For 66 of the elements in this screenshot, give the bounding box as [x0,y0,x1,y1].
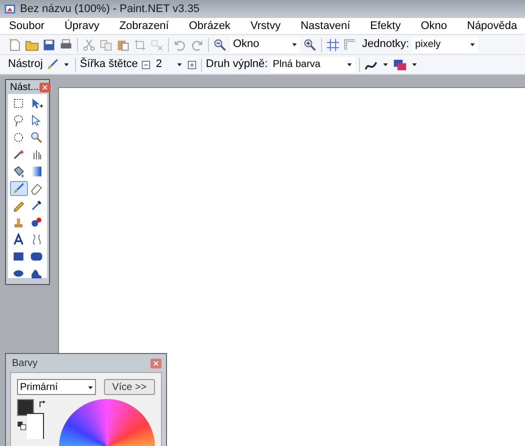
minus-icon[interactable] [140,60,151,70]
paintbrush-icon[interactable] [46,58,59,71]
tools-window-title: Nást... [10,80,39,94]
menu-item[interactable]: Nastavení [300,18,350,34]
zoom-dropdown[interactable]: Okno [230,36,300,52]
menu-item[interactable]: Vrstvy [250,18,281,34]
window-title: Bez názvu (100%) - Paint.NET v3.35 [20,2,200,17]
units-label: Jednotky: [362,37,410,52]
ruler-icon[interactable] [343,38,357,52]
menu-item[interactable]: Soubor [9,18,44,34]
pencil-icon [12,199,26,212]
primary-color-swatch[interactable] [17,399,34,416]
menu-item[interactable]: Efekty [370,18,401,34]
close-icon[interactable] [38,82,51,92]
rounded-rectangle-icon [30,250,43,263]
tool-label: Nástroj [8,57,43,72]
color-mode-value: Primární [20,380,58,394]
units-value: pixely [415,38,441,52]
secondary-color-swatch[interactable] [27,413,44,439]
zoom-out-icon[interactable] [213,38,227,52]
freeform-shape-icon [30,267,43,280]
plus-icon[interactable] [186,60,197,70]
zoom-in-icon[interactable] [303,38,317,52]
recolor-icon [30,216,43,229]
magic-wand-icon [12,148,26,161]
rectangle-icon [12,250,26,263]
menu-item[interactable]: Obrázek [188,18,230,34]
close-icon[interactable] [150,358,162,368]
paintbrush-icon [12,182,26,195]
more-button[interactable]: Více >> [104,379,155,395]
colors-window-title: Barvy [12,356,38,370]
fill-value: Plná barva [272,58,320,72]
menu-item[interactable]: Nápověda [467,18,518,34]
reset-colors-icon[interactable] [17,421,27,431]
eyedropper-icon [30,199,43,212]
menu-item[interactable]: Úpravy [64,18,100,34]
brush-width-label: Šířka štětce [80,56,138,72]
save-icon[interactable] [42,38,56,52]
lasso-icon [12,114,26,127]
printer-icon[interactable] [59,38,73,52]
menu-item[interactable]: Zobrazení [119,18,169,34]
swap-arrow-icon[interactable] [38,400,46,408]
scissors-icon[interactable] [82,38,96,52]
text-tool-icon [12,233,26,246]
color-mode-dropdown[interactable]: Primární [17,379,96,395]
fill-dropdown[interactable]: Plná barva [270,56,355,72]
grid-icon[interactable] [326,38,340,52]
stamp-icon [12,216,26,229]
blend-mode-icon[interactable] [392,58,407,72]
ellipse-select-icon [12,131,26,144]
rectangle-select-icon [12,97,26,110]
menu-item[interactable]: Okno [420,18,447,34]
outline-pointer-icon [30,114,43,127]
paste-icon[interactable] [116,38,130,52]
new-file-icon[interactable] [8,38,22,52]
magnifier-icon [30,131,43,144]
app-icon [4,3,16,15]
units-dropdown[interactable]: pixely [412,36,478,52]
brush-width-field[interactable]: 2 [154,56,184,72]
gradient-icon [30,165,43,178]
eraser-icon [30,182,43,195]
arrow-pointer-icon [30,97,43,110]
paint-bucket-icon [12,165,26,178]
brush-width-value: 2 [156,57,162,72]
fill-label: Druh výplně: [206,57,268,72]
zoom-value: Okno [233,37,260,52]
